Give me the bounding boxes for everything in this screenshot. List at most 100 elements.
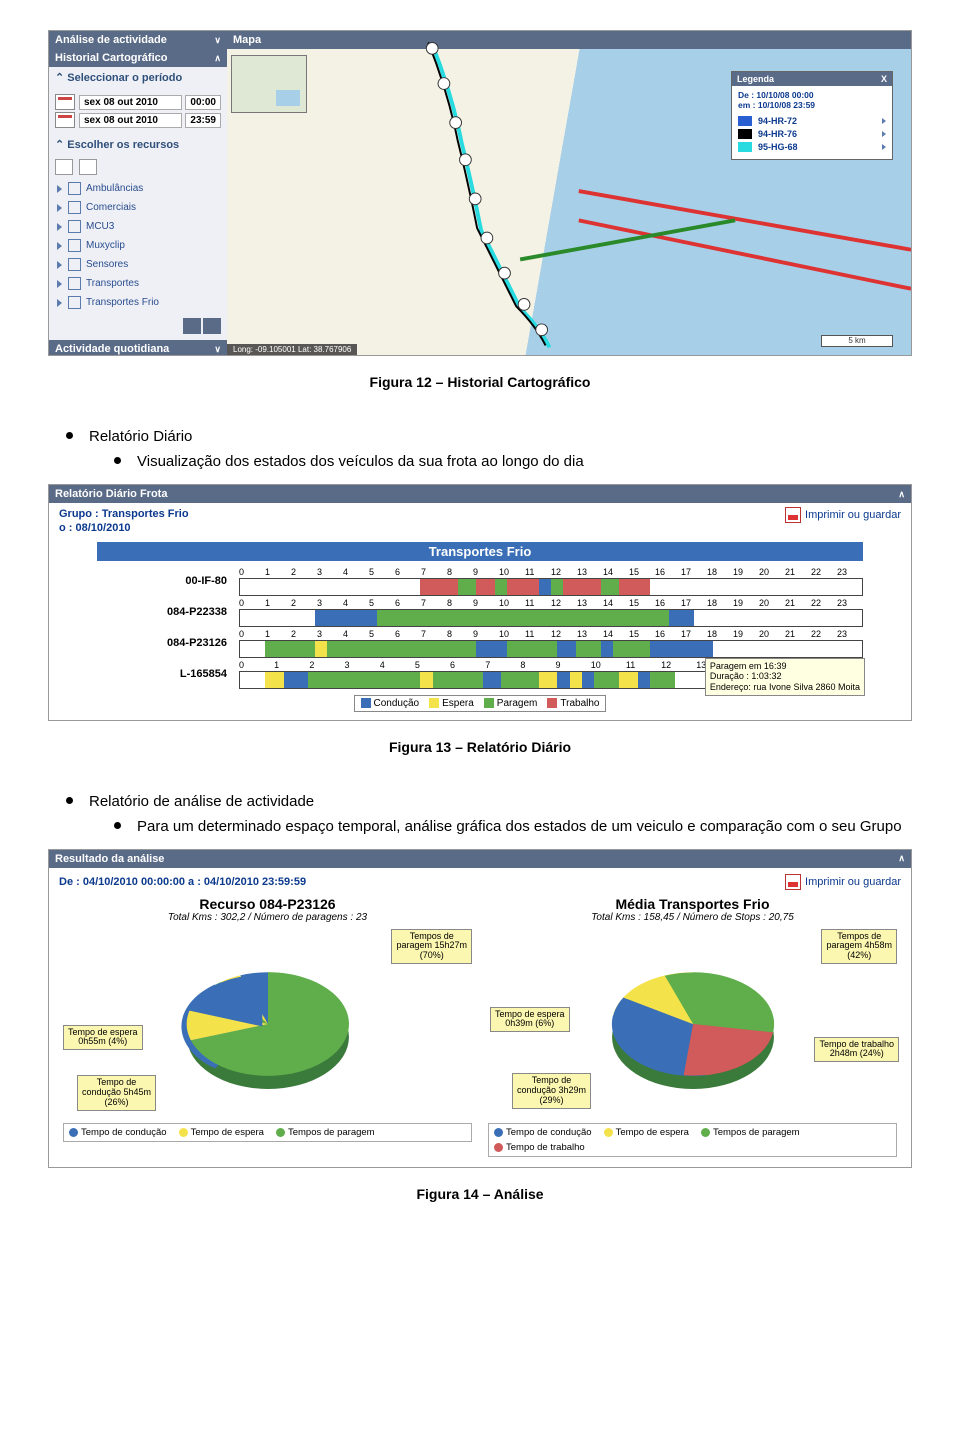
print-link[interactable]: Imprimir ou guardar xyxy=(785,874,901,890)
bullet-icon xyxy=(66,432,73,439)
calendar-icon xyxy=(55,112,75,128)
callout-label: Tempo de espera0h55m (4%) xyxy=(63,1025,143,1051)
callout-label: Tempos deparagem 15h27m(70%) xyxy=(391,929,472,965)
chevron-up-icon: ∧ xyxy=(214,53,221,64)
checkbox-icon[interactable] xyxy=(68,296,81,309)
legend-item[interactable]: 95-HG-68 xyxy=(738,142,886,152)
color-swatch xyxy=(276,1128,285,1137)
callout-label: Tempo de espera0h39m (6%) xyxy=(490,1007,570,1033)
daily-activity-header[interactable]: Actividade quotidiana∨ xyxy=(49,340,227,356)
history-header[interactable]: Historial Cartográfico∧ xyxy=(49,49,227,67)
callout-label: Tempo de trabalho2h48m (24%) xyxy=(814,1037,899,1063)
vehicle-label: 084-P23126 xyxy=(97,637,239,649)
chevron-right-icon xyxy=(57,204,62,212)
tooltip: Paragem em 16:39Duração : 1:03:32Endereç… xyxy=(705,658,865,696)
resource-label: Sensores xyxy=(86,259,128,270)
scale-bar: 5 km xyxy=(821,335,893,347)
timeline-row: 084-P23126 01234567891011121314151617181… xyxy=(97,629,863,658)
color-swatch xyxy=(361,698,371,708)
resource-item[interactable]: Transportes xyxy=(53,274,223,293)
close-icon[interactable]: X xyxy=(881,74,887,84)
sidebar-action-icons[interactable] xyxy=(49,312,227,340)
timeline-bar[interactable] xyxy=(239,578,863,596)
pie-legend: Tempo de conduçãoTempo de esperaTempos d… xyxy=(488,1123,897,1157)
bullet-icon xyxy=(114,457,121,464)
report-header[interactable]: Relatório Diário Frota∧ xyxy=(49,485,911,503)
resource-item[interactable]: Comerciais xyxy=(53,198,223,217)
color-swatch xyxy=(738,116,752,126)
timeline-bar[interactable] xyxy=(239,640,863,658)
date-label: o : 08/10/2010 xyxy=(59,521,189,535)
timeline-legend: ConduçãoEsperaParagemTrabalho xyxy=(354,695,607,712)
figure-13-caption: Figura 13 – Relatório Diário xyxy=(48,739,912,755)
chart-subtitle: Total Kms : 302,2 / Número de paragens :… xyxy=(59,912,476,923)
resource-label: Comerciais xyxy=(86,202,136,213)
chevron-right-icon xyxy=(882,131,886,137)
checkbox-icon[interactable] xyxy=(68,258,81,271)
color-swatch xyxy=(179,1128,188,1137)
figure-14-caption: Figura 14 – Análise xyxy=(48,1186,912,1202)
print-link[interactable]: Imprimir ou guardar xyxy=(785,507,901,523)
timeline-bar[interactable] xyxy=(239,609,863,627)
coordinates-readout: Long: -09.105001 Lat: 38.767906 xyxy=(227,344,357,355)
timeline-row: 00-IF-80 0123456789101112131415161718192… xyxy=(97,567,863,596)
date-range: De : 04/10/2010 00:00:00 a : 04/10/2010 … xyxy=(59,876,306,888)
checkbox-icon[interactable] xyxy=(68,220,81,233)
vehicle-icon[interactable] xyxy=(79,159,97,175)
period-heading[interactable]: ⌃ Seleccionar o período xyxy=(49,67,227,88)
color-swatch xyxy=(547,698,557,708)
chevron-right-icon xyxy=(57,299,62,307)
color-swatch xyxy=(738,129,752,139)
resource-label: Transportes Frio xyxy=(86,297,159,308)
color-swatch xyxy=(494,1128,503,1137)
pie-chart xyxy=(598,944,788,1104)
resource-item[interactable]: Transportes Frio xyxy=(53,293,223,312)
person-icon[interactable] xyxy=(55,159,73,175)
date-from-row[interactable]: sex 08 out 201000:00 xyxy=(55,94,221,110)
vehicle-label: 00-IF-80 xyxy=(97,575,239,587)
map-canvas[interactable]: Mapa LegendaX De : 10/10/08 00:00em : 10… xyxy=(227,31,911,355)
chart-subtitle: Total Kms : 158,45 / Número de Stops : 2… xyxy=(484,912,901,923)
daily-report-screenshot: Relatório Diário Frota∧ Grupo : Transpor… xyxy=(48,484,912,721)
resource-item[interactable]: Ambulâncias xyxy=(53,179,223,198)
checkbox-icon[interactable] xyxy=(68,239,81,252)
legend-item[interactable]: 94-HR-76 xyxy=(738,129,886,139)
analysis-result-screenshot: Resultado da análise∧ De : 04/10/2010 00… xyxy=(48,849,912,1168)
report-title: Transportes Frio xyxy=(97,542,863,561)
chevron-down-icon: ∨ xyxy=(214,35,221,46)
section-text: Visualização dos estados dos veículos da… xyxy=(137,451,584,472)
analysis-header[interactable]: Resultado da análise∧ xyxy=(49,850,911,868)
bullet-icon xyxy=(114,822,121,829)
resource-label: Transportes xyxy=(86,278,139,289)
resource-item[interactable]: MCU3 xyxy=(53,217,223,236)
chart-title: Média Transportes Frio xyxy=(484,896,901,912)
timeline-row: 084-P22338 01234567891011121314151617181… xyxy=(97,598,863,627)
legend-item[interactable]: 94-HR-72 xyxy=(738,116,886,126)
resource-item[interactable]: Muxyclip xyxy=(53,236,223,255)
analysis-header[interactable]: Análise de actividade∨ xyxy=(49,31,227,49)
color-swatch xyxy=(429,698,439,708)
map-legend[interactable]: LegendaX De : 10/10/08 00:00em : 10/10/0… xyxy=(731,71,893,160)
resource-filter-icons[interactable] xyxy=(49,155,227,179)
pie-chart xyxy=(173,944,363,1104)
color-swatch xyxy=(69,1128,78,1137)
callout-label: Tempo decondução 5h45m(26%) xyxy=(77,1075,156,1111)
calendar-icon xyxy=(55,94,75,110)
action-icon[interactable] xyxy=(203,318,221,334)
resources-heading[interactable]: ⌃ Escolher os recursos xyxy=(49,134,227,155)
checkbox-icon[interactable] xyxy=(68,277,81,290)
chevron-right-icon xyxy=(57,242,62,250)
color-swatch xyxy=(494,1143,503,1152)
date-to-row[interactable]: sex 08 out 201023:59 xyxy=(55,112,221,128)
checkbox-icon[interactable] xyxy=(68,182,81,195)
action-icon[interactable] xyxy=(183,318,201,334)
chevron-right-icon xyxy=(57,261,62,269)
chevron-right-icon xyxy=(57,223,62,231)
pdf-icon xyxy=(785,874,801,890)
pdf-icon xyxy=(785,507,801,523)
color-swatch xyxy=(604,1128,613,1137)
section-text: Para um determinado espaço temporal, aná… xyxy=(137,816,902,837)
chevron-right-icon xyxy=(57,185,62,193)
checkbox-icon[interactable] xyxy=(68,201,81,214)
resource-item[interactable]: Sensores xyxy=(53,255,223,274)
